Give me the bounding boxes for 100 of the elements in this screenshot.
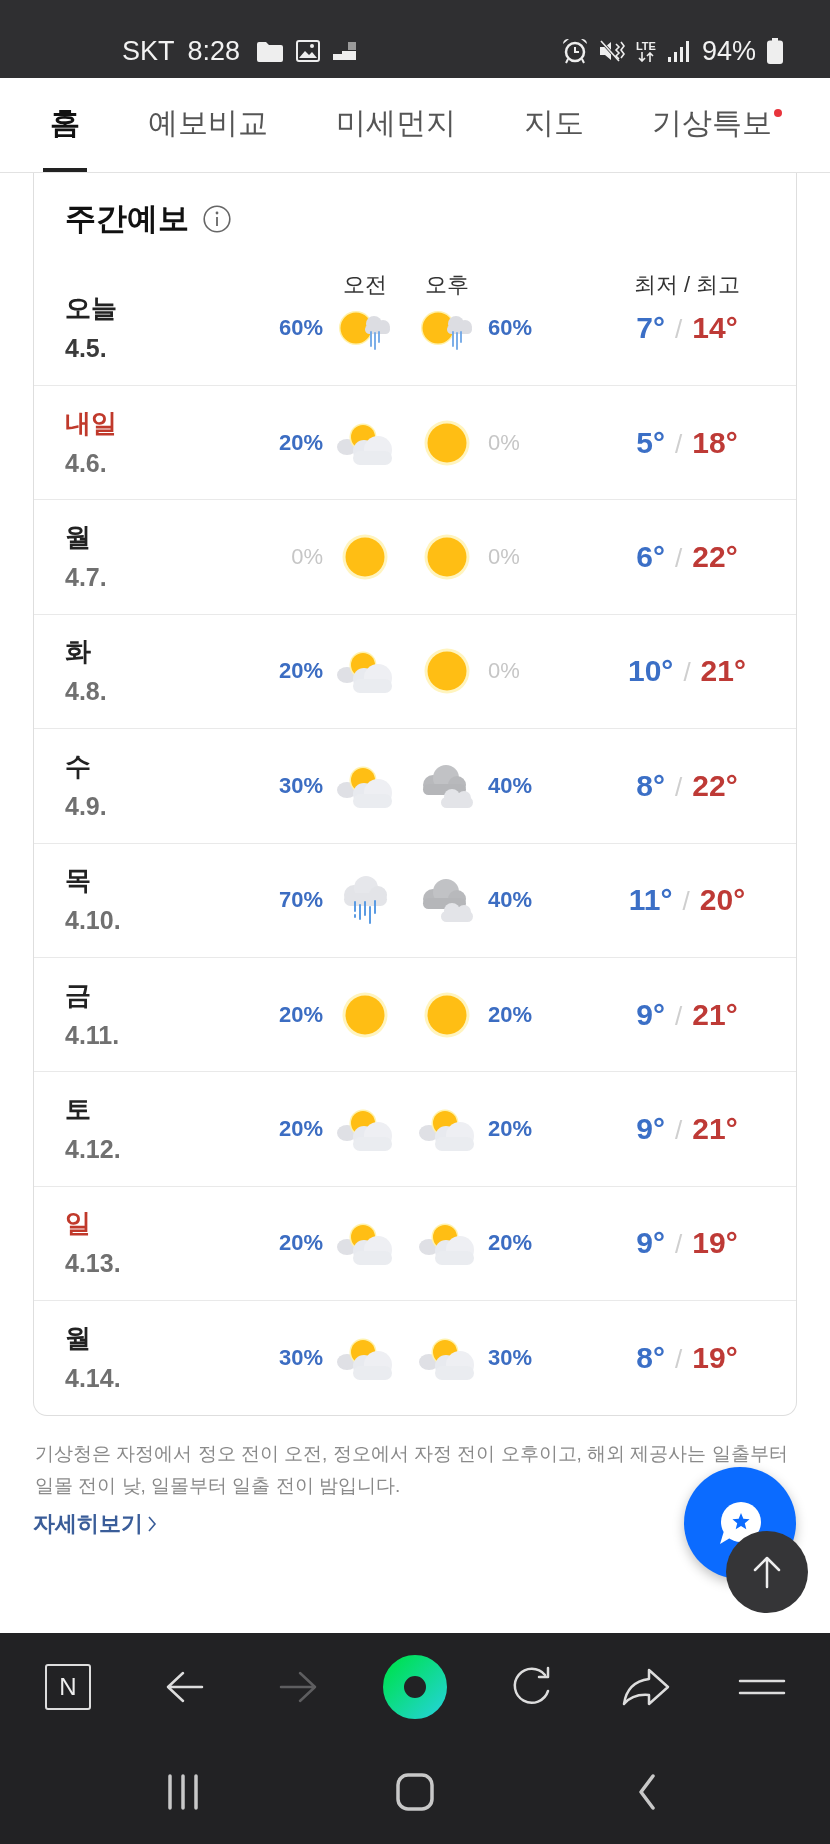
tab[interactable]: 예보비교 [141, 78, 275, 172]
day-label: 목 [65, 864, 91, 898]
date-label: 4.10. [65, 905, 121, 937]
rain-chance: 0% [488, 544, 520, 571]
home-icon[interactable] [396, 1773, 434, 1811]
more-link[interactable]: 자세히보기 [33, 1507, 157, 1540]
chevron-right-icon [147, 1514, 157, 1533]
column-header: 오전 [342, 271, 387, 299]
low-temp: 8° [636, 1340, 666, 1375]
temp-separator: / [675, 1000, 683, 1032]
temp-separator: / [675, 428, 683, 460]
rain-chance: 30% [278, 772, 323, 799]
recent-apps-icon[interactable] [166, 1774, 200, 1810]
high-temp: 21° [692, 997, 738, 1032]
mute-icon [598, 39, 625, 63]
day-label: 토 [65, 1093, 91, 1127]
low-temp: 8° [636, 768, 666, 803]
battery-icon [767, 38, 783, 64]
back-chevron-icon[interactable] [637, 1774, 657, 1810]
home-button[interactable]: N [44, 1663, 91, 1710]
rain-chance: 40% [488, 887, 533, 914]
date-label: 4.7. [65, 562, 107, 594]
date-label: 4.5. [65, 333, 107, 364]
rain-chance: 20% [488, 1001, 533, 1028]
day-label: 월 [65, 1321, 91, 1355]
signal-icon [666, 40, 691, 62]
high-temp: 19° [692, 1340, 738, 1375]
rain-chance: 40% [488, 772, 533, 799]
day-label: 내일 [65, 406, 117, 440]
day-label: 금 [65, 978, 91, 1012]
data-arrows-icon [635, 51, 656, 62]
note-text: 기상청은 자정에서 정오 전이 오전, 정오에서 자정 전이 오후이고, 해외 제공사는 일출부터 일몰 전이 낮, 일몰부터 일출 전이 밤입니다. [34, 1441, 789, 1498]
rain-chance: 0% [488, 429, 520, 456]
tab[interactable]: 기상특보 [645, 78, 789, 172]
clock-time: 8:28 [187, 35, 241, 67]
high-temp: 22° [692, 540, 738, 575]
day-label: 수 [65, 749, 91, 783]
steps-icon [333, 42, 358, 60]
rain-chance: 20% [488, 1116, 533, 1143]
share-icon[interactable] [621, 1666, 672, 1707]
rain-chance: 70% [278, 887, 323, 914]
tab[interactable]: 지도 [517, 78, 591, 172]
tab[interactable]: 미세먼지 [329, 78, 463, 172]
rain-chance: 30% [488, 1344, 533, 1371]
temp-separator: / [682, 886, 690, 918]
rain-chance: 30% [278, 1344, 323, 1371]
carrier-name: SKT [122, 35, 175, 67]
column-header: 오후 [425, 271, 469, 299]
low-temp: 9° [636, 1226, 666, 1261]
high-temp: 18° [692, 425, 738, 460]
high-temp: 21° [692, 1112, 738, 1147]
rain-chance: 20% [278, 429, 323, 456]
date-label: 4.14. [65, 1362, 121, 1394]
menu-icon[interactable] [738, 1677, 787, 1696]
rain-chance: 20% [278, 1230, 323, 1257]
date-label: 4.6. [65, 447, 107, 479]
high-temp: 19° [692, 1226, 738, 1261]
low-temp: 11° [628, 883, 673, 918]
network-type-label: LTE [635, 40, 656, 52]
battery-percent: 94% [701, 35, 756, 67]
date-label: 4.13. [65, 1248, 121, 1280]
temp-separator: / [675, 314, 683, 345]
low-temp: 6° [636, 540, 666, 575]
section-title: 주간예보 [65, 200, 189, 238]
day-label: 오늘 [65, 292, 117, 325]
date-label: 4.8. [65, 676, 107, 708]
day-label: 월 [65, 521, 91, 555]
high-temp: 14° [692, 311, 738, 345]
rain-chance: 0% [488, 658, 520, 685]
folder-icon [257, 40, 284, 62]
high-temp: 21° [700, 654, 746, 689]
date-label: 4.9. [65, 790, 107, 822]
low-temp: 9° [636, 997, 666, 1032]
image-icon [296, 40, 321, 62]
low-temp: 5° [636, 425, 666, 460]
rain-chance: 20% [278, 1001, 323, 1028]
rain-chance: 60% [488, 315, 533, 341]
rain-chance: 20% [488, 1230, 533, 1257]
low-temp: 7° [636, 311, 666, 345]
high-temp: 22° [692, 768, 738, 803]
temp-separator: / [675, 1115, 683, 1147]
temp-separator: / [683, 657, 691, 689]
rain-chance: 0% [291, 544, 323, 571]
column-header: 최저 / 최고 [633, 271, 741, 299]
day-label: 화 [65, 635, 91, 669]
alarm-icon [561, 38, 588, 64]
temp-separator: / [675, 771, 683, 803]
temp-separator: / [675, 1229, 683, 1261]
rain-chance: 60% [278, 315, 323, 341]
info-icon[interactable] [203, 205, 231, 233]
rain-chance: 20% [278, 1116, 323, 1143]
rain-chance: 20% [278, 658, 323, 685]
ring-logo-icon[interactable] [383, 1654, 447, 1719]
temp-separator: / [675, 1343, 683, 1375]
up-arrow-icon [752, 1555, 782, 1589]
low-temp: 10° [628, 654, 674, 689]
date-label: 4.11. [65, 1019, 120, 1051]
date-label: 4.12. [65, 1134, 121, 1166]
high-temp: 20° [699, 883, 746, 918]
low-temp: 9° [636, 1112, 666, 1147]
